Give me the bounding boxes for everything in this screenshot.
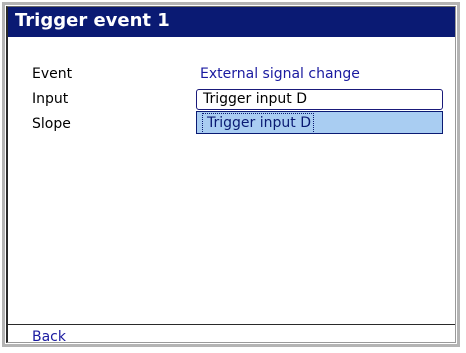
footer-divider (8, 324, 455, 325)
dialog-panel: Trigger event 1 Event External signal ch… (6, 6, 456, 345)
event-value[interactable]: External signal change (200, 66, 360, 82)
input-dropdown-list[interactable]: Trigger input D (196, 111, 443, 134)
input-select[interactable]: Trigger input D (196, 89, 443, 110)
dialog-title: Trigger event 1 (15, 10, 170, 31)
event-label: Event (32, 66, 73, 82)
input-label: Input (32, 91, 69, 107)
trigger-event-window: Trigger event 1 Event External signal ch… (2, 2, 460, 347)
slope-label: Slope (32, 116, 71, 132)
title-bar: Trigger event 1 (8, 7, 455, 37)
dropdown-option-trigger-input-d[interactable]: Trigger input D (202, 113, 314, 134)
back-button[interactable]: Back (32, 329, 66, 345)
input-select-value: Trigger input D (203, 91, 307, 107)
